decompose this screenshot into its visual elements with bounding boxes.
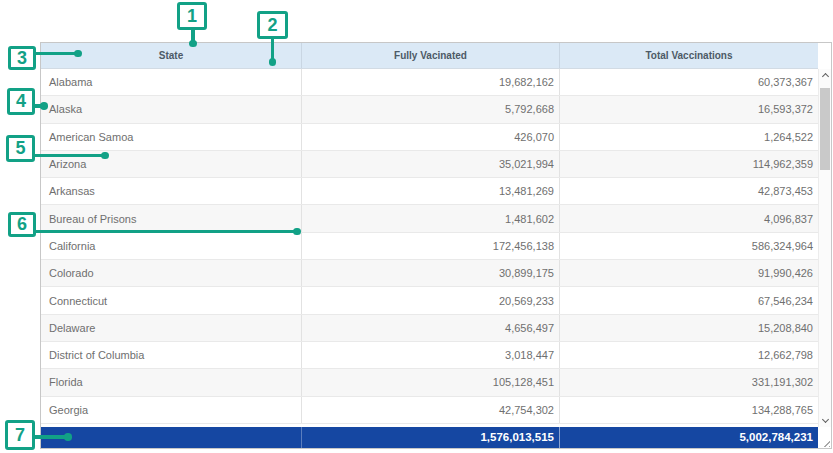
- annotation-label-6: 6: [17, 214, 27, 235]
- annotation-callout-2: 2: [257, 11, 288, 39]
- state-cell: American Samoa: [41, 124, 302, 150]
- annotation-dot-3: [74, 50, 82, 58]
- state-cell: Delaware: [41, 315, 302, 341]
- total-vaccinations-cell: 586,324,964: [560, 233, 818, 259]
- annotation-dot-7: [64, 433, 72, 441]
- state-cell: Florida: [41, 369, 302, 395]
- annotation-callout-3: 3: [8, 46, 36, 70]
- table-row[interactable]: Bureau of Prisons1,481,6024,096,837: [41, 205, 818, 232]
- resize-grip-icon: [822, 439, 830, 447]
- column-header-fully-vaccinated[interactable]: Fully Vacinated: [302, 43, 560, 68]
- table-row[interactable]: Delaware4,656,49715,208,840: [41, 315, 818, 342]
- table-body: Alabama19,682,16260,373,367Alaska5,792,6…: [41, 69, 818, 427]
- annotation-callout-4: 4: [7, 88, 35, 115]
- annotation-line-7: [33, 435, 68, 439]
- annotation-line-5: [33, 154, 105, 158]
- fully-vaccinated-cell: 13,481,269: [302, 178, 560, 204]
- state-cell: Georgia: [41, 397, 302, 423]
- total-row-fully-vaccinated: 1,576,013,515: [302, 427, 560, 449]
- fully-vaccinated-cell: 19,682,162: [302, 69, 560, 95]
- annotation-line-6: [34, 230, 297, 234]
- table-row[interactable]: Georgia42,754,302134,288,765: [41, 397, 818, 424]
- vaccinations-table: State Fully Vacinated Total Vaccinations…: [40, 42, 832, 449]
- total-vaccinations-cell: 16,593,372: [560, 96, 818, 122]
- total-row-state-cell: [41, 427, 302, 449]
- table-row[interactable]: Arizona35,021,994114,962,359: [41, 151, 818, 178]
- state-cell: Alabama: [41, 69, 302, 95]
- fully-vaccinated-cell: 30,899,175: [302, 260, 560, 286]
- annotation-callout-1: 1: [177, 2, 207, 30]
- annotation-label-2: 2: [267, 15, 277, 36]
- table-row[interactable]: American Samoa426,0701,264,522: [41, 124, 818, 151]
- total-row-total-vaccinations: 5,002,784,231: [560, 427, 818, 449]
- table-row[interactable]: Colorado30,899,17591,990,426: [41, 260, 818, 287]
- table-row[interactable]: District of Columbia3,018,44712,662,798: [41, 342, 818, 369]
- total-vaccinations-cell: 67,546,234: [560, 287, 818, 313]
- fully-vaccinated-cell: 1,481,602: [302, 205, 560, 231]
- table-row[interactable]: Alaska5,792,66816,593,372: [41, 96, 818, 123]
- state-cell: Colorado: [41, 260, 302, 286]
- column-header-total-vaccinations[interactable]: Total Vaccinations: [560, 43, 818, 68]
- annotation-label-4: 4: [16, 91, 26, 112]
- vaccination-table-page: State Fully Vacinated Total Vaccinations…: [0, 0, 833, 453]
- annotation-callout-7: 7: [5, 420, 35, 450]
- fully-vaccinated-cell: 5,792,668: [302, 96, 560, 122]
- annotation-label-3: 3: [17, 48, 27, 69]
- table-row[interactable]: Alabama19,682,16260,373,367: [41, 69, 818, 96]
- table-row[interactable]: Connecticut20,569,23367,546,234: [41, 287, 818, 314]
- fully-vaccinated-cell: 20,569,233: [302, 287, 560, 313]
- scrollbar-thumb[interactable]: [820, 88, 830, 170]
- table-row[interactable]: California172,456,138586,324,964: [41, 233, 818, 260]
- annotation-line-2: [271, 37, 275, 59]
- fully-vaccinated-cell: 172,456,138: [302, 233, 560, 259]
- scroll-up-icon[interactable]: [821, 73, 828, 80]
- annotation-dot-4: [40, 102, 48, 110]
- annotation-label-5: 5: [15, 138, 25, 159]
- fully-vaccinated-cell: 3,018,447: [302, 342, 560, 368]
- fully-vaccinated-cell: 426,070: [302, 124, 560, 150]
- annotation-dot-2: [269, 58, 277, 66]
- fully-vaccinated-cell: 42,754,302: [302, 397, 560, 423]
- scrollbar-corner: [818, 427, 831, 449]
- annotation-dot-5: [101, 152, 109, 160]
- state-cell: District of Columbia: [41, 342, 302, 368]
- total-vaccinations-cell: 60,373,367: [560, 69, 818, 95]
- state-cell: Connecticut: [41, 287, 302, 313]
- annotation-line-3: [34, 52, 78, 56]
- fully-vaccinated-cell: 4,656,497: [302, 315, 560, 341]
- table-total-row: 1,576,013,515 5,002,784,231: [41, 427, 818, 449]
- total-vaccinations-cell: 12,662,798: [560, 342, 818, 368]
- scroll-down-icon[interactable]: [821, 415, 828, 422]
- annotation-dot-1: [189, 40, 197, 48]
- total-vaccinations-cell: 15,208,840: [560, 315, 818, 341]
- annotation-dot-6: [293, 228, 301, 236]
- table-header-row: State Fully Vacinated Total Vaccinations: [41, 43, 818, 69]
- state-cell: Bureau of Prisons: [41, 205, 302, 231]
- annotation-label-7: 7: [15, 425, 25, 446]
- vertical-scrollbar[interactable]: [818, 69, 831, 427]
- state-cell: Arkansas: [41, 178, 302, 204]
- total-vaccinations-cell: 134,288,765: [560, 397, 818, 423]
- state-cell: Alaska: [41, 96, 302, 122]
- fully-vaccinated-cell: 35,021,994: [302, 151, 560, 177]
- total-vaccinations-cell: 114,962,359: [560, 151, 818, 177]
- annotation-callout-5: 5: [6, 135, 35, 162]
- total-vaccinations-cell: 1,264,522: [560, 124, 818, 150]
- fully-vaccinated-cell: 105,128,451: [302, 369, 560, 395]
- total-vaccinations-cell: 42,873,453: [560, 178, 818, 204]
- annotation-callout-6: 6: [8, 212, 36, 238]
- total-vaccinations-cell: 331,191,302: [560, 369, 818, 395]
- annotation-label-1: 1: [187, 6, 197, 27]
- total-vaccinations-cell: 91,990,426: [560, 260, 818, 286]
- table-row[interactable]: Arkansas13,481,26942,873,453: [41, 178, 818, 205]
- state-cell: California: [41, 233, 302, 259]
- table-row[interactable]: Florida105,128,451331,191,302: [41, 369, 818, 396]
- total-vaccinations-cell: 4,096,837: [560, 205, 818, 231]
